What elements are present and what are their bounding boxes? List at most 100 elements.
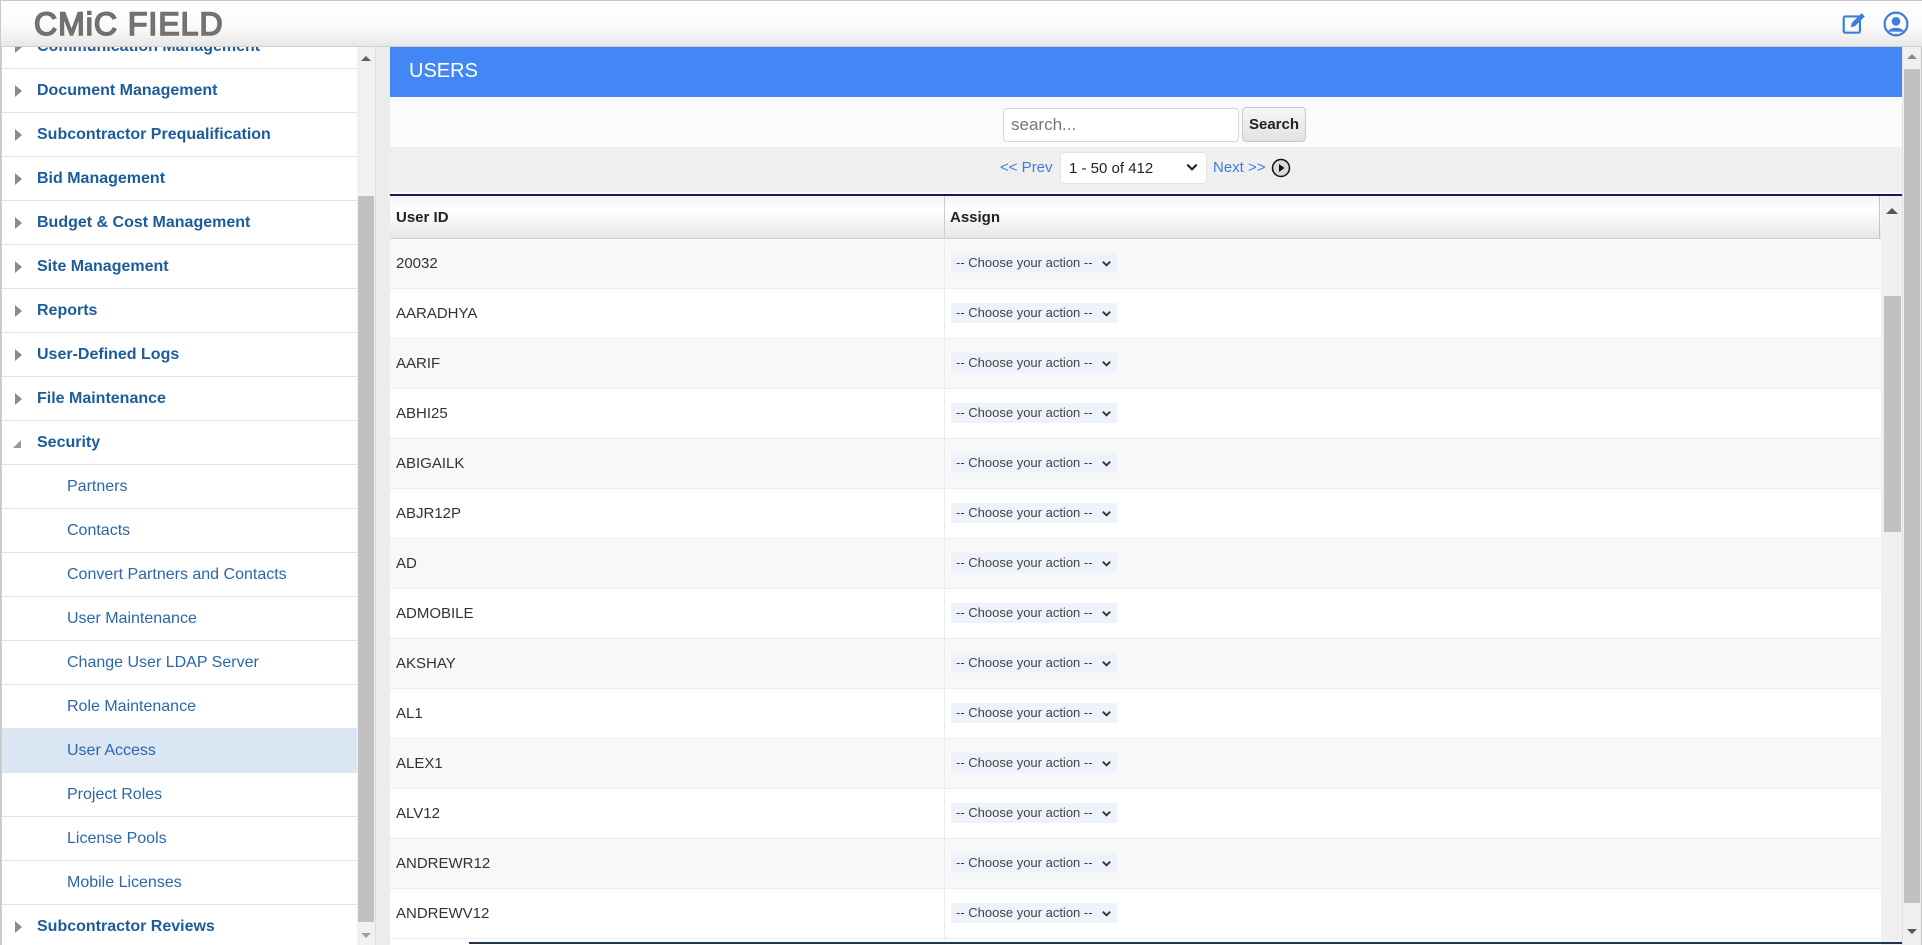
sidebar-item-mobile-licenses[interactable]: Mobile Licenses: [2, 861, 357, 905]
assign-action-select[interactable]: -- Choose your action --: [951, 603, 1117, 623]
sidebar-item-project-roles[interactable]: Project Roles: [2, 773, 357, 817]
scroll-up-icon[interactable]: [361, 56, 371, 61]
table-row[interactable]: ANDREWR12 -- Choose your action --: [390, 839, 1881, 889]
table-row[interactable]: ADMOBILE -- Choose your action --: [390, 589, 1881, 639]
chevron-down-icon: [1101, 361, 1111, 367]
sidebar-item-subcontractor-prequalification[interactable]: Subcontractor Prequalification: [2, 113, 357, 157]
assign-action-select[interactable]: -- Choose your action --: [951, 653, 1117, 673]
assign-action-select[interactable]: -- Choose your action --: [951, 353, 1117, 373]
caret-right-icon[interactable]: [15, 260, 22, 273]
user-id-cell: AD: [396, 555, 417, 572]
assign-action-select[interactable]: -- Choose your action --: [951, 403, 1117, 423]
column-divider[interactable]: [944, 196, 945, 239]
edit-icon[interactable]: [1841, 11, 1867, 37]
user-profile-icon[interactable]: [1883, 11, 1909, 37]
table-row[interactable]: AARIF -- Choose your action --: [390, 339, 1881, 389]
caret-right-icon[interactable]: [15, 47, 22, 53]
horizontal-scroll-indicator: [469, 942, 1902, 944]
sidebar-item-reports[interactable]: Reports: [2, 289, 357, 333]
column-divider: [944, 639, 945, 689]
scroll-up-icon[interactable]: [1907, 54, 1917, 59]
chevron-down-icon: [1101, 261, 1111, 267]
table-row[interactable]: AL1 -- Choose your action --: [390, 689, 1881, 739]
sidebar-item-file-maintenance[interactable]: File Maintenance: [2, 377, 357, 421]
sidebar-item-user-maintenance[interactable]: User Maintenance: [2, 597, 357, 641]
sidebar-item-label: Subcontractor Reviews: [37, 917, 215, 935]
page-range-select[interactable]: 1 - 50 of 412: [1060, 152, 1207, 184]
prev-page-link[interactable]: << Prev: [1000, 159, 1053, 176]
caret-down-icon[interactable]: [13, 439, 21, 448]
table-row[interactable]: ABJR12P -- Choose your action --: [390, 489, 1881, 539]
chevron-down-icon: [1101, 911, 1111, 917]
scroll-down-icon[interactable]: [1907, 929, 1917, 934]
sidebar-item-contacts[interactable]: Contacts: [2, 509, 357, 553]
column-header-assign[interactable]: Assign: [950, 209, 1000, 226]
sidebar-item-role-maintenance[interactable]: Role Maintenance: [2, 685, 357, 729]
sidebar-item-site-management[interactable]: Site Management: [2, 245, 357, 289]
column-divider: [944, 489, 945, 539]
caret-right-icon[interactable]: [15, 84, 22, 97]
splitter[interactable]: [375, 47, 390, 945]
column-header-user-id[interactable]: User ID: [396, 209, 449, 226]
sidebar-item-user-defined-logs[interactable]: User-Defined Logs: [2, 333, 357, 377]
sidebar-scroll-thumb[interactable]: [358, 196, 374, 922]
assign-action-select[interactable]: -- Choose your action --: [951, 853, 1117, 873]
table-row[interactable]: AARADHYA -- Choose your action --: [390, 289, 1881, 339]
assign-action-select[interactable]: -- Choose your action --: [951, 553, 1117, 573]
sidebar-item-partners[interactable]: Partners: [2, 465, 357, 509]
sidebar-item-communication-management[interactable]: Communication Management: [2, 47, 357, 69]
scroll-up-icon[interactable]: [1886, 208, 1898, 214]
column-divider: [944, 339, 945, 389]
caret-right-icon[interactable]: [15, 348, 22, 361]
table-scroll-thumb[interactable]: [1884, 296, 1901, 532]
caret-right-icon[interactable]: [15, 392, 22, 405]
action-select-value: -- Choose your action --: [956, 755, 1093, 770]
sidebar-item-document-management[interactable]: Document Management: [2, 69, 357, 113]
assign-action-select[interactable]: -- Choose your action --: [951, 253, 1117, 273]
sidebar-item-label: User-Defined Logs: [37, 345, 180, 363]
sidebar-item-convert-partners-and-contacts[interactable]: Convert Partners and Contacts: [2, 553, 357, 597]
user-id-cell: AARADHYA: [396, 305, 478, 322]
next-page-link[interactable]: Next >>: [1213, 159, 1266, 176]
table-row[interactable]: ABHI25 -- Choose your action --: [390, 389, 1881, 439]
sidebar-scrollbar[interactable]: [357, 47, 375, 945]
sidebar-item-change-user-ldap-server[interactable]: Change User LDAP Server: [2, 641, 357, 685]
table-row[interactable]: AD -- Choose your action --: [390, 539, 1881, 589]
caret-right-icon[interactable]: [15, 920, 22, 933]
app-logo: CMiC FIELD: [33, 5, 224, 43]
sidebar-item-subcontractor-reviews[interactable]: Subcontractor Reviews: [2, 905, 357, 945]
page-scrollbar[interactable]: [1902, 47, 1921, 945]
table-row[interactable]: AKSHAY -- Choose your action --: [390, 639, 1881, 689]
table-row[interactable]: ANDREWV12 -- Choose your action --: [390, 889, 1881, 939]
sidebar-item-bid-management[interactable]: Bid Management: [2, 157, 357, 201]
page-scroll-thumb[interactable]: [1904, 69, 1920, 903]
table-row[interactable]: ALEX1 -- Choose your action --: [390, 739, 1881, 789]
caret-right-icon[interactable]: [15, 172, 22, 185]
caret-right-icon[interactable]: [15, 304, 22, 317]
assign-action-select[interactable]: -- Choose your action --: [951, 903, 1117, 923]
table-row[interactable]: ABIGAILK -- Choose your action --: [390, 439, 1881, 489]
assign-action-select[interactable]: -- Choose your action --: [951, 703, 1117, 723]
play-next-icon[interactable]: [1271, 158, 1291, 178]
caret-right-icon[interactable]: [15, 128, 22, 141]
sidebar-item-license-pools[interactable]: License Pools: [2, 817, 357, 861]
sidebar-item-budget-cost-management[interactable]: Budget & Cost Management: [2, 201, 357, 245]
user-id-cell: ABHI25: [396, 405, 448, 422]
column-divider: [944, 739, 945, 789]
assign-action-select[interactable]: -- Choose your action --: [951, 803, 1117, 823]
assign-action-select[interactable]: -- Choose your action --: [951, 453, 1117, 473]
sidebar-item-user-access[interactable]: User Access: [2, 729, 357, 773]
scroll-down-icon[interactable]: [361, 933, 371, 938]
page-title-bar: USERS: [390, 47, 1902, 97]
table-row[interactable]: ALV12 -- Choose your action --: [390, 789, 1881, 839]
assign-action-select[interactable]: -- Choose your action --: [951, 753, 1117, 773]
search-input[interactable]: [1003, 108, 1239, 142]
action-select-value: -- Choose your action --: [956, 855, 1093, 870]
table-scrollbar[interactable]: [1881, 196, 1902, 945]
table-row[interactable]: 20032 -- Choose your action --: [390, 239, 1881, 289]
search-button[interactable]: Search: [1242, 107, 1306, 142]
caret-right-icon[interactable]: [15, 216, 22, 229]
assign-action-select[interactable]: -- Choose your action --: [951, 303, 1117, 323]
assign-action-select[interactable]: -- Choose your action --: [951, 503, 1117, 523]
sidebar-item-security[interactable]: Security: [2, 421, 357, 465]
